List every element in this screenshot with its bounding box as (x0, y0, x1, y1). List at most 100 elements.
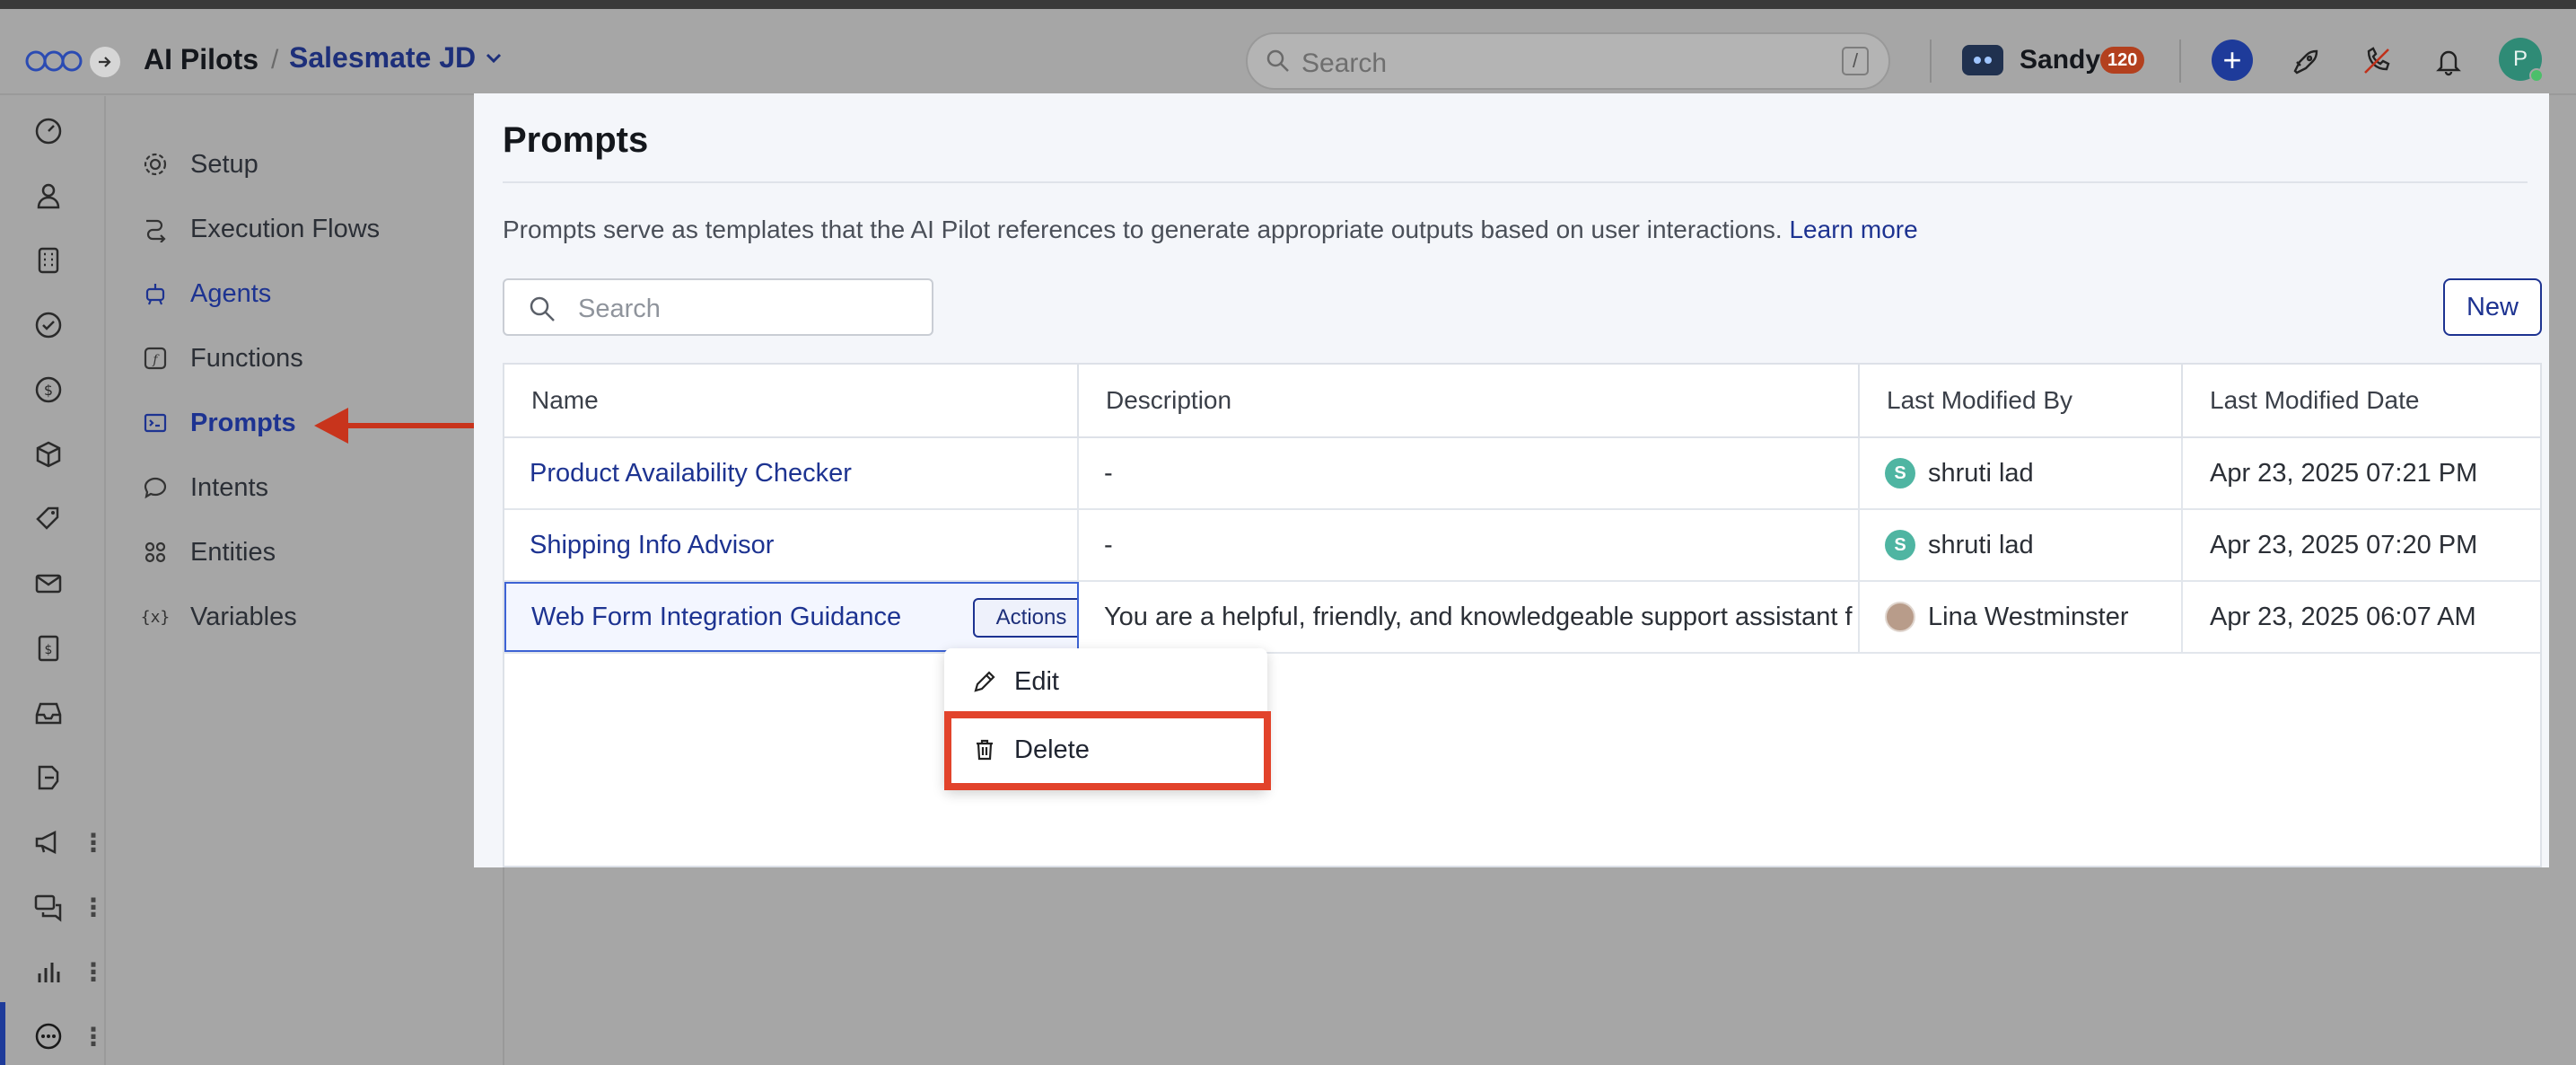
rail-tickets[interactable] (0, 492, 106, 546)
prompt-name-cell[interactable]: Web Form Integration Guidance Actions (504, 582, 1079, 652)
user-avatar: S (1885, 458, 1915, 488)
nav-label: Functions (190, 343, 303, 373)
rail-products[interactable] (0, 427, 106, 481)
menu-item-label: Edit (1014, 666, 1059, 696)
rail-campaigns[interactable]: ⋮ (0, 815, 106, 869)
nav-item-execution-flows[interactable]: Execution Flows (140, 209, 380, 249)
new-prompt-button[interactable]: New (2443, 278, 2542, 336)
prompt-description: You are a helpful, friendly, and knowled… (1079, 582, 1860, 652)
bot-user-icon[interactable] (1962, 45, 2003, 75)
add-button[interactable]: + (2212, 40, 2253, 81)
column-header-description[interactable]: Description (1079, 365, 1860, 438)
rail-tasks[interactable] (0, 298, 106, 352)
more-options-icon[interactable]: ⋮ (81, 828, 106, 858)
rail-inbox[interactable] (0, 686, 106, 740)
user-avatar: S (1885, 530, 1915, 560)
svg-text:$: $ (44, 382, 53, 399)
column-header-name[interactable]: Name (504, 365, 1079, 438)
collapse-arrow-icon[interactable] (90, 47, 120, 77)
actions-button[interactable]: Actions (973, 598, 1077, 638)
salesmate-logo-icon (25, 50, 83, 72)
tag-icon (36, 506, 59, 530)
divider (1930, 40, 1932, 83)
workspace-name: Salesmate JD (289, 41, 477, 74)
rail-dashboard[interactable] (0, 104, 106, 158)
rail-contacts[interactable] (0, 169, 106, 223)
global-search-input[interactable]: Search / (1246, 32, 1890, 90)
nav-item-agents[interactable]: Agents (140, 274, 271, 313)
nav-label: Prompts (190, 408, 296, 437)
nav-item-variables[interactable]: {x} Variables (140, 597, 297, 637)
agent-icon (140, 278, 171, 309)
nav-item-entities[interactable]: Entities (140, 532, 276, 572)
more-options-icon[interactable]: ⋮ (81, 957, 106, 987)
invoice-icon: $ (38, 635, 59, 662)
window-top-strip (0, 0, 2576, 9)
rail-conversations[interactable]: ⋮ (0, 880, 106, 934)
nav-label: Variables (190, 602, 297, 631)
column-header-modified-date[interactable]: Last Modified Date (2183, 365, 2540, 438)
svg-text:{x}: {x} (142, 608, 169, 627)
rail-invoices[interactable]: $ (0, 621, 106, 675)
nav-item-prompts[interactable]: Prompts (140, 403, 296, 443)
rail-companies[interactable] (0, 233, 106, 287)
workspace-selector[interactable]: Salesmate JD (289, 41, 503, 75)
page-title: Prompts (503, 120, 649, 160)
rail-email[interactable] (0, 557, 106, 611)
modified-by-cell: S shruti lad (1860, 438, 2183, 508)
nav-label: Intents (190, 472, 269, 502)
divider (503, 181, 2528, 183)
nav-label: Setup (190, 149, 258, 179)
app-header: AI Pilots / Salesmate JD Search / Sandy … (0, 9, 2576, 95)
modified-date: Apr 23, 2025 07:20 PM (2210, 530, 2478, 559)
search-placeholder: Search (1301, 48, 1388, 78)
gear-icon (140, 149, 171, 180)
column-header-modified-by[interactable]: Last Modified By (1860, 365, 2183, 438)
rail-more[interactable]: ⋮ (0, 1009, 106, 1063)
delete-highlight-box (944, 711, 1271, 790)
table-row[interactable]: Product Availability Checker - S shruti … (504, 438, 2540, 510)
modified-by-cell: Lina Westminster (1860, 582, 2183, 652)
learn-more-link[interactable]: Learn more (1789, 216, 1917, 243)
more-options-icon[interactable]: ⋮ (81, 1022, 106, 1052)
modified-by-cell: S shruti lad (1860, 510, 2183, 580)
prompt-search-input[interactable]: Search (503, 278, 933, 336)
modified-date: Apr 23, 2025 06:07 AM (2210, 602, 2476, 631)
background-workspace (503, 866, 2549, 1065)
phone-off-icon[interactable] (2359, 43, 2395, 79)
check-circle-icon (35, 312, 62, 339)
dollar-circle-icon: $ (35, 376, 62, 403)
avatar-initial: P (2512, 47, 2528, 71)
profile-avatar[interactable]: P (2499, 38, 2544, 83)
prompt-name-link[interactable]: Product Availability Checker (504, 438, 1079, 508)
function-icon: f (140, 343, 171, 374)
flow-icon (140, 214, 171, 244)
more-options-icon[interactable]: ⋮ (81, 893, 106, 922)
cube-icon (36, 441, 61, 468)
nav-item-intents[interactable]: Intents (140, 468, 268, 507)
ai-pilots-nav: Setup Execution Flows Agents f Functions… (108, 96, 503, 1065)
red-pointer-arrow-icon (314, 408, 485, 444)
rocket-icon[interactable] (2287, 43, 2323, 79)
modified-by-name: Lina Westminster (1928, 602, 2129, 631)
nav-item-setup[interactable]: Setup (140, 145, 258, 184)
rail-automation[interactable] (0, 751, 106, 805)
nav-item-functions[interactable]: f Functions (140, 339, 303, 378)
bell-icon[interactable] (2431, 43, 2466, 79)
user-name[interactable]: Sandy (2020, 45, 2100, 75)
rail-deals[interactable]: $ (0, 363, 106, 417)
menu-item-edit[interactable]: Edit (944, 654, 1267, 709)
rail-reports[interactable]: ⋮ (0, 945, 106, 999)
table-row[interactable]: Shipping Info Advisor - S shruti lad Apr… (504, 510, 2540, 582)
prompt-name-link[interactable]: Web Form Integration Guidance (531, 603, 901, 632)
mail-icon (35, 574, 62, 594)
prompt-name-link[interactable]: Shipping Info Advisor (504, 510, 1079, 580)
building-icon (38, 247, 59, 274)
table-row-selected[interactable]: Web Form Integration Guidance Actions Yo… (504, 582, 2540, 654)
svg-text:f: f (152, 353, 160, 367)
variable-braces-icon: {x} (140, 602, 171, 632)
pencil-icon (974, 671, 995, 692)
search-shortcut-key: / (1842, 47, 1869, 75)
nav-label: Execution Flows (190, 214, 381, 243)
nav-label: Agents (190, 278, 272, 308)
